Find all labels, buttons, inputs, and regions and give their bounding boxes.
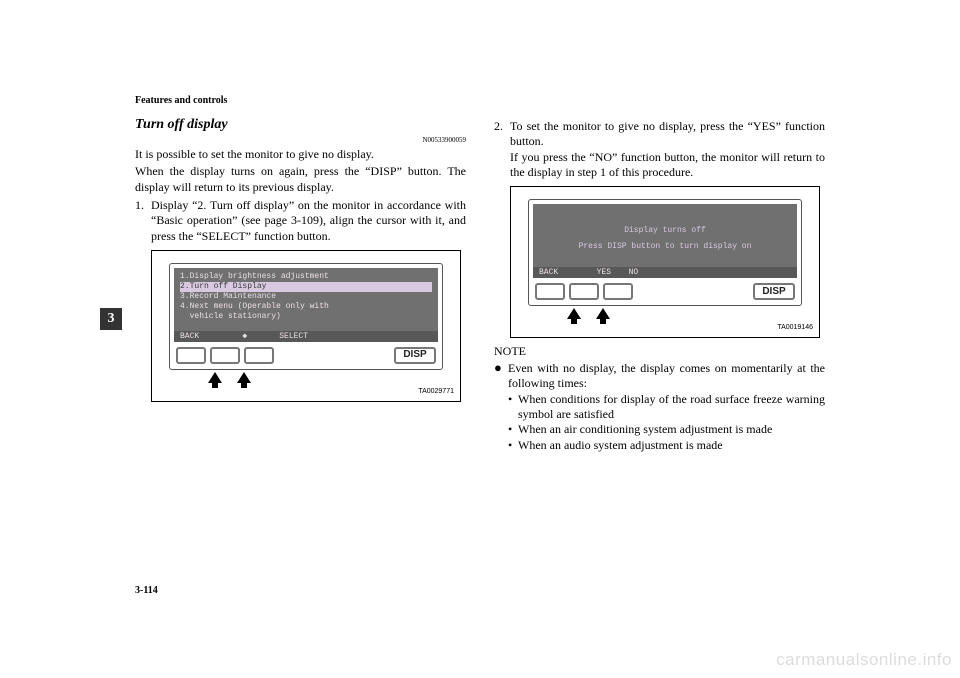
step-number: 2. [494,119,510,180]
softkey-bar: BACK YES NO [533,267,797,278]
note-sub-3: When an audio system adjustment is made [518,438,723,453]
softkey-back-label: BACK [539,267,579,278]
running-header: Features and controls [135,95,825,106]
intro-para-2: When the display turns on again, press t… [135,164,466,195]
figure-2: Display turns off Press DISP button to t… [510,186,820,338]
monitor-device: 1.Display brightness adjustment 2.Turn o… [169,263,443,370]
step2-line-b: If you press the “NO” function button, t… [510,150,825,179]
note-text: Even with no display, the display comes … [508,361,825,390]
step2-line-a: To set the monitor to give no display, p… [510,119,825,148]
sub-bullet-icon: • [508,438,518,453]
hw-button-2[interactable] [210,347,240,364]
disp-button[interactable]: DISP [394,347,436,364]
hw-button-3[interactable] [244,347,274,364]
note-sub-2: When an air conditioning system adjustme… [518,422,772,437]
arrow-up-icon [596,308,610,319]
sub-bullet-icon: • [508,422,518,437]
menu-row-3: 3.Record Maintenance [180,292,432,302]
subheading: Turn off display [135,116,466,134]
doc-id: N00533900059 [135,136,466,145]
hardware-button-row: DISP [533,278,797,301]
note-sub-1: When conditions for display of the road … [518,392,825,423]
sub-bullet-icon: • [508,392,518,423]
monitor-device: Display turns off Press DISP button to t… [528,199,802,306]
softkey-mid-label: ◆ [225,331,265,342]
monitor-screen: 1.Display brightness adjustment 2.Turn o… [174,268,438,342]
arrow-up-icon [208,372,222,383]
monitor-screen: Display turns off Press DISP button to t… [533,204,797,278]
softkey-bar: BACK ◆ SELECT [174,331,438,342]
watermark: carmanualsonline.info [776,650,952,670]
softkey-yes-label: YES [584,267,624,278]
menu-row-4: 4.Next menu (Operable only with [180,302,432,312]
figure-id: TA0029771 [418,388,454,397]
menu-row-5: vehicle stationary) [180,312,432,322]
intro-para-1: It is possible to set the monitor to giv… [135,147,466,162]
hw-button-1[interactable] [535,283,565,300]
arrow-up-icon [237,372,251,383]
step-number: 1. [135,198,151,244]
hw-button-3[interactable] [603,283,633,300]
softkey-no-label: NO [629,267,677,278]
note-bullet-icon: ● [494,361,508,453]
right-column: 2. To set the monitor to give no display… [494,116,825,453]
menu-row-2-selected: 2.Turn off Display [180,282,432,292]
hw-button-1[interactable] [176,347,206,364]
hardware-button-row: DISP [174,342,438,365]
page-content: Features and controls Turn off display N… [135,95,825,453]
hw-button-2[interactable] [569,283,599,300]
left-column: Turn off display N00533900059 It is poss… [135,116,466,453]
pointer-arrows [208,372,450,383]
pointer-arrows [567,308,809,319]
note-heading: NOTE [494,344,825,359]
screen-msg-2: Press DISP button to turn display on [539,242,791,252]
arrow-up-icon [567,308,581,319]
screen-msg-1: Display turns off [539,226,791,236]
softkey-select-label: SELECT [270,331,318,342]
softkey-back-label: BACK [180,331,220,342]
menu-row-1: 1.Display brightness adjustment [180,272,432,282]
disp-button[interactable]: DISP [753,283,795,300]
figure-1: 1.Display brightness adjustment 2.Turn o… [151,250,461,402]
section-tab: 3 [100,308,122,330]
page-number: 3-114 [135,585,158,596]
figure-id: TA0019146 [777,324,813,333]
step-text: To set the monitor to give no display, p… [510,119,825,180]
step-text: Display “2. Turn off display” on the mon… [151,198,466,244]
